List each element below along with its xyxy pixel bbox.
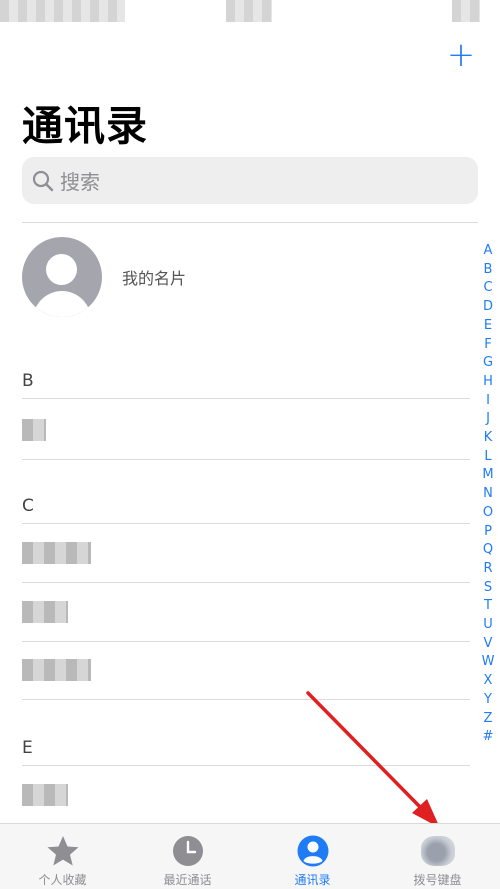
index-letter[interactable]: # (483, 728, 494, 747)
contact-row[interactable] (0, 583, 470, 641)
index-letter[interactable]: B (484, 261, 493, 280)
index-letter[interactable]: F (484, 336, 491, 355)
tab-label: 最近通话 (163, 873, 212, 887)
index-letter[interactable]: A (484, 242, 493, 261)
section-header-e: E (22, 738, 33, 758)
index-letter[interactable]: X (484, 672, 493, 691)
index-letter[interactable]: Q (483, 541, 493, 560)
contact-row[interactable] (0, 401, 470, 459)
contact-name-blurred (22, 601, 68, 623)
section-header-c: C (22, 496, 34, 516)
search-icon (32, 170, 54, 191)
index-letter[interactable]: L (484, 448, 491, 467)
search-input[interactable]: 搜索 (22, 157, 478, 204)
index-letter[interactable]: S (484, 579, 492, 598)
tab-label: 拨号键盘 (413, 873, 462, 887)
index-letter[interactable]: C (483, 279, 492, 298)
status-center-blurred (226, 0, 272, 22)
index-letter[interactable]: U (483, 616, 493, 635)
index-letter[interactable]: Y (484, 691, 492, 710)
index-letter[interactable]: O (483, 504, 493, 523)
index-letter[interactable]: H (483, 373, 493, 392)
contact-row[interactable] (0, 524, 470, 582)
tab-label: 通讯录 (294, 873, 331, 887)
person-circle-icon (296, 834, 330, 868)
contact-name-blurred (22, 542, 91, 564)
divider (22, 222, 478, 223)
contact-name-blurred (22, 784, 68, 806)
index-letter[interactable]: Z (484, 710, 493, 729)
tab-label: 个人收藏 (38, 873, 87, 887)
page-title: 通讯录 (22, 102, 148, 150)
index-letter[interactable]: D (483, 298, 493, 317)
index-letter[interactable]: R (483, 560, 492, 579)
divider (22, 459, 470, 460)
contact-row[interactable] (0, 766, 470, 824)
tab-keypad[interactable]: 拨号键盘 (375, 824, 500, 889)
index-letter[interactable]: J (486, 410, 490, 429)
index-letter[interactable]: M (482, 466, 493, 485)
status-bar (0, 0, 500, 30)
index-letter[interactable]: W (482, 653, 495, 672)
index-letter[interactable]: V (484, 635, 493, 654)
contact-name-blurred (22, 419, 46, 441)
index-letter[interactable]: N (483, 485, 493, 504)
alphabet-index[interactable]: A B C D E F G H I J K L M N O P Q R S T U V W X Y Z # (480, 242, 496, 747)
index-letter[interactable]: I (486, 392, 490, 411)
my-card-label: 我的名片 (122, 269, 187, 288)
index-letter[interactable]: K (484, 429, 493, 448)
index-letter[interactable]: E (484, 317, 492, 336)
status-time-blurred (0, 0, 125, 22)
tab-favorites[interactable]: 个人收藏 (0, 824, 125, 889)
clock-icon (171, 834, 205, 868)
section-header-b: B (22, 371, 34, 391)
divider (22, 398, 470, 399)
index-letter[interactable]: T (484, 597, 492, 616)
keypad-icon (420, 834, 455, 868)
index-letter[interactable]: P (484, 523, 492, 542)
index-letter[interactable]: G (483, 354, 493, 373)
search-placeholder: 搜索 (60, 170, 100, 194)
add-contact-button[interactable]: + (446, 38, 476, 72)
tab-bar: 个人收藏 最近通话 通讯录 拨号键盘 (0, 823, 500, 889)
tab-contacts[interactable]: 通讯录 (250, 824, 375, 889)
star-icon (46, 834, 80, 868)
contact-row[interactable] (0, 641, 470, 699)
avatar (22, 237, 102, 317)
divider (22, 699, 470, 700)
tab-recents[interactable]: 最近通话 (125, 824, 250, 889)
my-card[interactable]: 我的名片 (22, 236, 462, 318)
status-right-blurred (452, 0, 480, 22)
contact-name-blurred (22, 659, 91, 681)
